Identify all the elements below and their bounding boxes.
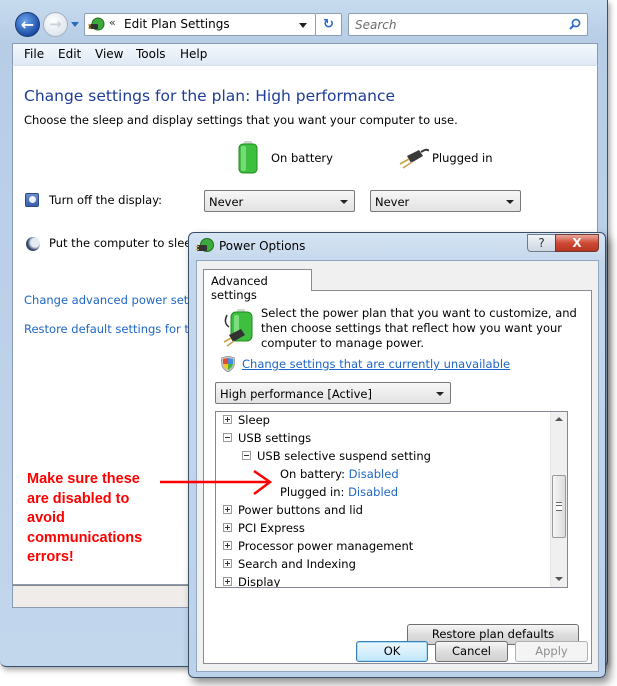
annotation-line: avoid (27, 510, 65, 526)
annotation-line: errors! (27, 549, 74, 565)
collapse-icon[interactable] (223, 433, 232, 442)
tree-item-label: Processor power management (238, 539, 414, 553)
tab-advanced-settings[interactable]: Advanced settings (203, 269, 312, 302)
change-unavailable-settings-link[interactable]: Change settings that are currently unava… (242, 357, 510, 371)
intro-text: Select the power plan that you want to c… (261, 306, 577, 350)
help-button[interactable]: ? (527, 234, 555, 252)
tree-item-label: USB selective suspend setting (257, 449, 431, 463)
menu-file[interactable]: File (24, 47, 44, 61)
tree-item-sleep[interactable]: Sleep (223, 413, 270, 431)
tree-item-label: USB settings (238, 431, 312, 445)
cancel-button[interactable]: Cancel (435, 641, 508, 662)
tree-item-usb-settings[interactable]: USB settings (223, 431, 311, 449)
tree-item-label: PCI Express (238, 521, 305, 535)
tree-item-label: Sleep (238, 413, 270, 427)
breadcrumb-overflow-chevron[interactable]: « (109, 16, 116, 29)
chevron-down-icon (506, 200, 514, 204)
tree-item-usb-plugged-in: Plugged in: Disabled (280, 485, 398, 503)
apply-button: Apply (515, 641, 588, 662)
battery-plug-icon (223, 309, 253, 347)
tree-scrollbar[interactable] (550, 412, 567, 587)
tree-item-label: Search and Indexing (238, 557, 356, 571)
menu-view[interactable]: View (95, 47, 123, 61)
menu-bar: File Edit View Tools Help (12, 43, 598, 65)
expand-icon[interactable] (223, 559, 232, 568)
chevron-down-icon (340, 200, 348, 204)
power-options-icon (88, 17, 105, 31)
tree-item-usb-on-battery: On battery: Disabled (280, 467, 399, 485)
expand-icon[interactable] (223, 577, 232, 586)
usb-suspend-on-battery-value[interactable]: Disabled (349, 467, 399, 481)
menu-edit[interactable]: Edit (58, 47, 81, 61)
uac-shield-icon (221, 356, 235, 372)
scroll-down-arrow-icon[interactable] (555, 577, 563, 581)
usb-suspend-plugged-in-value[interactable]: Disabled (348, 485, 398, 499)
breadcrumb-current[interactable]: Edit Plan Settings (124, 17, 230, 31)
tree-item-search-indexing[interactable]: Search and Indexing (223, 557, 356, 575)
tree-item-power-buttons[interactable]: Power buttons and lid (223, 503, 363, 521)
selected-value: Never (375, 195, 410, 209)
refresh-button[interactable]: ↻ (316, 13, 342, 36)
search-placeholder: Search (355, 18, 397, 32)
search-input[interactable]: Search (348, 13, 588, 36)
scroll-thumb[interactable] (552, 475, 566, 538)
dialog-body: Advanced settings Select the power plan … (196, 260, 599, 672)
chevron-down-icon (436, 392, 444, 396)
selected-plan: High performance [Active] (220, 387, 372, 401)
close-button[interactable]: X (555, 234, 599, 252)
power-options-icon (196, 238, 214, 252)
recent-pages-dropdown-icon[interactable] (71, 22, 79, 27)
page-title: Change settings for the plan: High perfo… (24, 87, 396, 105)
display-plugged-in-select[interactable]: Never (370, 190, 521, 212)
power-plug-icon (399, 148, 429, 169)
page-subtitle: Choose the sleep and display settings th… (24, 113, 458, 127)
display-on-battery-select[interactable]: Never (204, 190, 355, 212)
annotation-line: Make sure these (27, 471, 140, 487)
back-button[interactable] (15, 12, 40, 37)
search-icon[interactable] (569, 18, 581, 30)
screen: « Edit Plan Settings ↻ Search File Edit … (0, 0, 617, 686)
tree-item-label: Power buttons and lid (238, 503, 363, 517)
address-dropdown-icon[interactable] (299, 23, 307, 28)
display-timeout-icon (25, 193, 39, 207)
expand-icon[interactable] (223, 523, 232, 532)
menu-help[interactable]: Help (180, 47, 207, 61)
tree-item-processor-power[interactable]: Processor power management (223, 539, 413, 557)
annotation-line: communications (27, 529, 143, 546)
annotation-note: Make sure these are disabled to avoid co… (27, 470, 142, 568)
navigation-bar: « Edit Plan Settings ↻ Search (0, 10, 600, 40)
battery-icon (238, 141, 258, 174)
on-battery-column-label: On battery (271, 151, 333, 165)
tree-item-display[interactable]: Display (223, 575, 281, 588)
forward-button[interactable] (43, 12, 68, 37)
plugged-in-column-label: Plugged in (432, 151, 493, 165)
tree-item-pci-express[interactable]: PCI Express (223, 521, 305, 539)
setting-label: On battery: (280, 467, 346, 481)
dialog-title: Power Options (219, 239, 306, 253)
scroll-up-arrow-icon[interactable] (555, 417, 563, 421)
selected-value: Never (209, 195, 244, 209)
power-options-dialog: Power Options ? X Advanced settings Sele… (188, 232, 606, 678)
expand-icon[interactable] (223, 415, 232, 424)
ok-button[interactable]: OK (356, 641, 428, 662)
address-bar[interactable]: « Edit Plan Settings (84, 13, 316, 36)
sleep-label: Put the computer to sleep: (49, 236, 203, 250)
annotation-arrow-icon (160, 470, 273, 495)
power-plan-select[interactable]: High performance [Active] (215, 382, 451, 404)
menu-tools[interactable]: Tools (136, 47, 166, 61)
annotation-line: are disabled to (27, 490, 130, 507)
setting-label: Plugged in: (280, 485, 345, 499)
sleep-moon-icon (26, 237, 40, 251)
collapse-icon[interactable] (242, 451, 251, 460)
turn-off-display-label: Turn off the display: (49, 193, 163, 207)
tree-item-usb-selective-suspend[interactable]: USB selective suspend setting (242, 449, 431, 467)
expand-icon[interactable] (223, 505, 232, 514)
expand-icon[interactable] (223, 541, 232, 550)
tree-item-label: Display (238, 575, 281, 588)
